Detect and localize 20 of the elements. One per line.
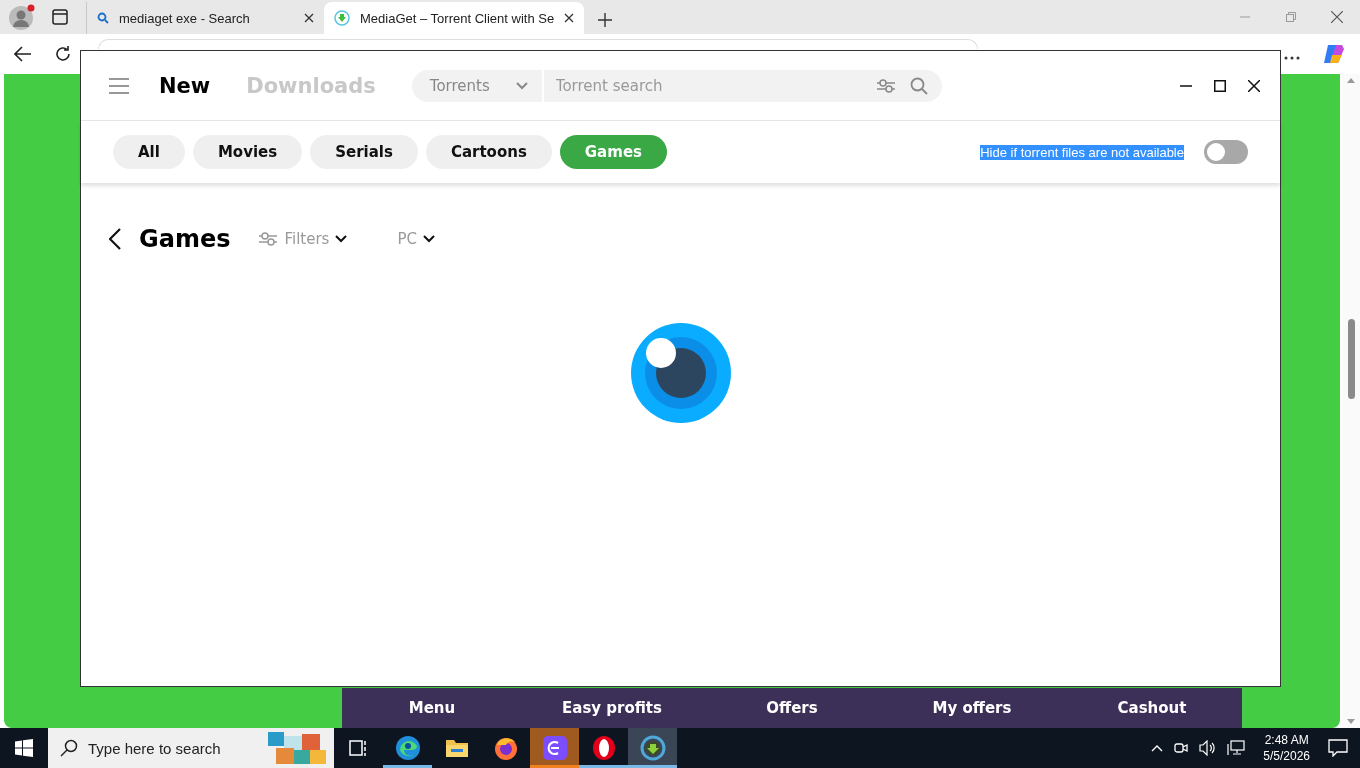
filters-label: Filters xyxy=(284,230,330,248)
section-tab[interactable]: New xyxy=(159,73,211,98)
taskbar-search-field[interactable]: Type here to search xyxy=(48,728,334,768)
page-title: Games xyxy=(139,225,231,253)
search-field[interactable]: Torrent search xyxy=(543,76,876,95)
nav-link[interactable]: Offers xyxy=(702,688,882,728)
category-pill[interactable]: Movies xyxy=(192,135,303,169)
category-pill[interactable]: Serials xyxy=(310,135,418,169)
browser-tab[interactable]: MediaGet – Torrent Client with Se xyxy=(324,2,585,34)
nav-link[interactable]: Easy profits xyxy=(522,688,702,728)
tab-title: mediaget exe - Search xyxy=(119,10,251,26)
clock[interactable]: 2:48 AM 5/5/2026 xyxy=(1263,732,1310,764)
toggle-label: Hide if torrent files are not available xyxy=(980,144,1184,160)
nav-link[interactable]: Menu xyxy=(342,688,522,728)
nav-link[interactable]: Cashout xyxy=(1062,688,1242,728)
nav-link[interactable]: My offers xyxy=(882,688,1062,728)
category-pill[interactable]: Cartoons xyxy=(425,135,552,169)
tab-title: MediaGet – Torrent Client with Se xyxy=(360,10,555,26)
search-placeholder: Type here to search xyxy=(88,739,222,757)
category-pill[interactable]: All xyxy=(113,135,185,169)
